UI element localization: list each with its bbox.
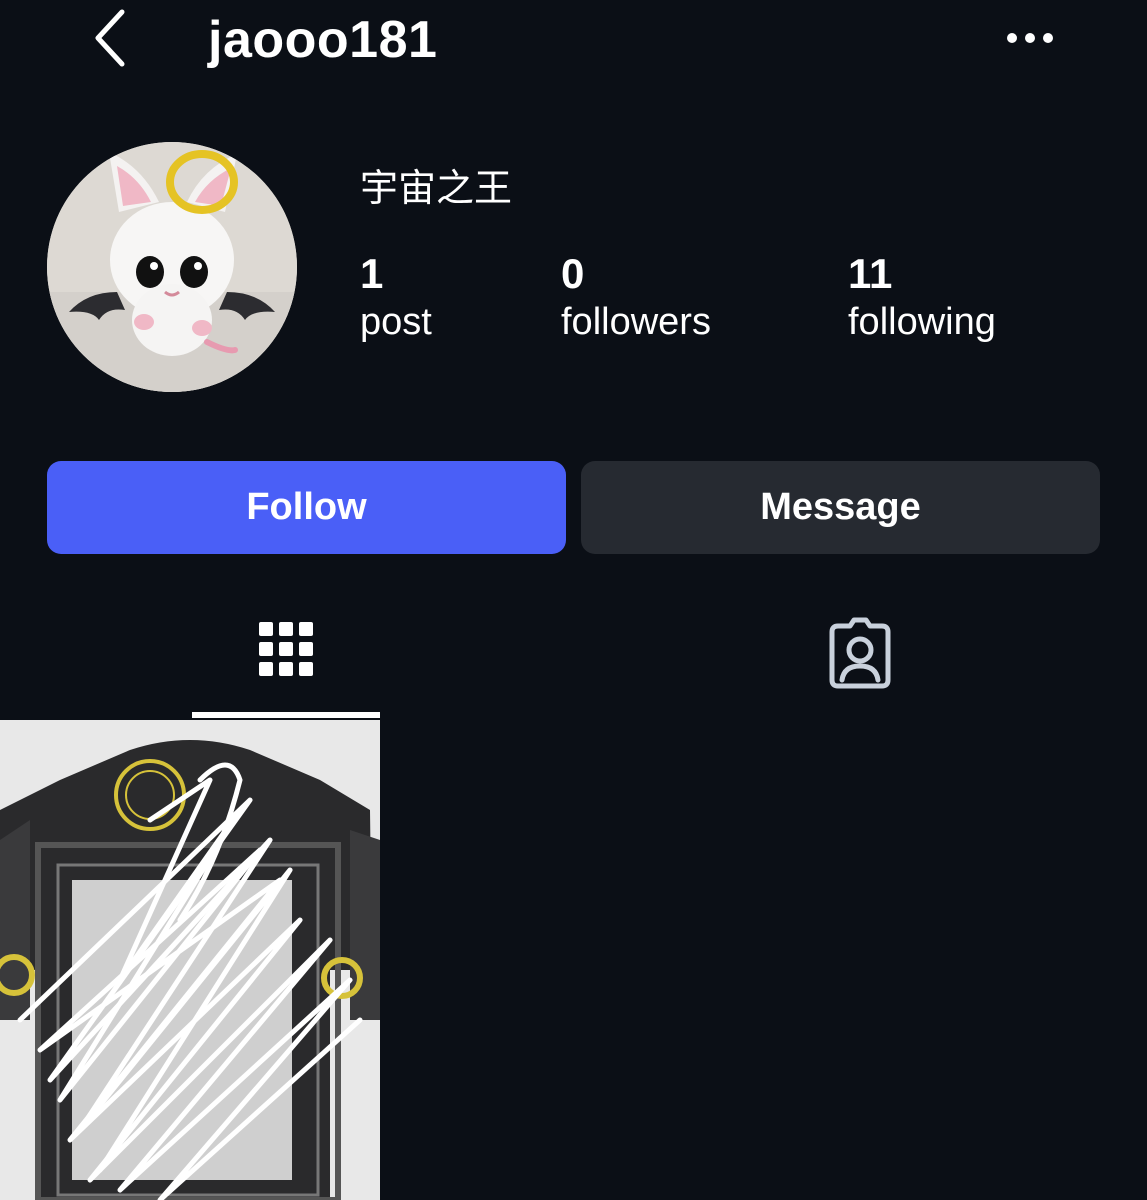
more-horizontal-icon: [1007, 33, 1053, 43]
post-thumbnail[interactable]: [0, 720, 380, 1200]
stat-following[interactable]: 11 following: [848, 250, 996, 346]
profile-display-name: 宇宙之王: [360, 166, 513, 210]
profile-username: jaooo181: [208, 11, 438, 69]
chevron-left-icon: [95, 9, 125, 67]
follow-button[interactable]: Follow: [47, 461, 566, 554]
avatar-plush-image: [47, 142, 297, 392]
post-image: [0, 720, 380, 1200]
stat-followers-count: 0: [561, 250, 585, 297]
message-button-label: Message: [760, 486, 921, 528]
stat-posts[interactable]: 1 post: [360, 250, 432, 346]
stat-following-count: 11: [848, 250, 893, 297]
stat-followers-label: followers: [561, 301, 711, 343]
stat-followers[interactable]: 0 followers: [561, 250, 711, 346]
stat-following-label: following: [848, 301, 996, 343]
stat-posts-count: 1: [360, 250, 384, 297]
profile-avatar[interactable]: [47, 142, 297, 392]
active-tab-indicator: [192, 712, 380, 718]
back-button[interactable]: [84, 6, 140, 70]
tab-posts-grid[interactable]: [192, 610, 380, 720]
tab-tagged[interactable]: [766, 610, 954, 720]
more-options-button[interactable]: [998, 20, 1062, 56]
message-button[interactable]: Message: [581, 461, 1100, 554]
follow-button-label: Follow: [246, 486, 367, 528]
stat-posts-label: post: [360, 301, 432, 343]
grid-icon: [259, 622, 313, 676]
tagged-person-icon: [829, 617, 891, 689]
